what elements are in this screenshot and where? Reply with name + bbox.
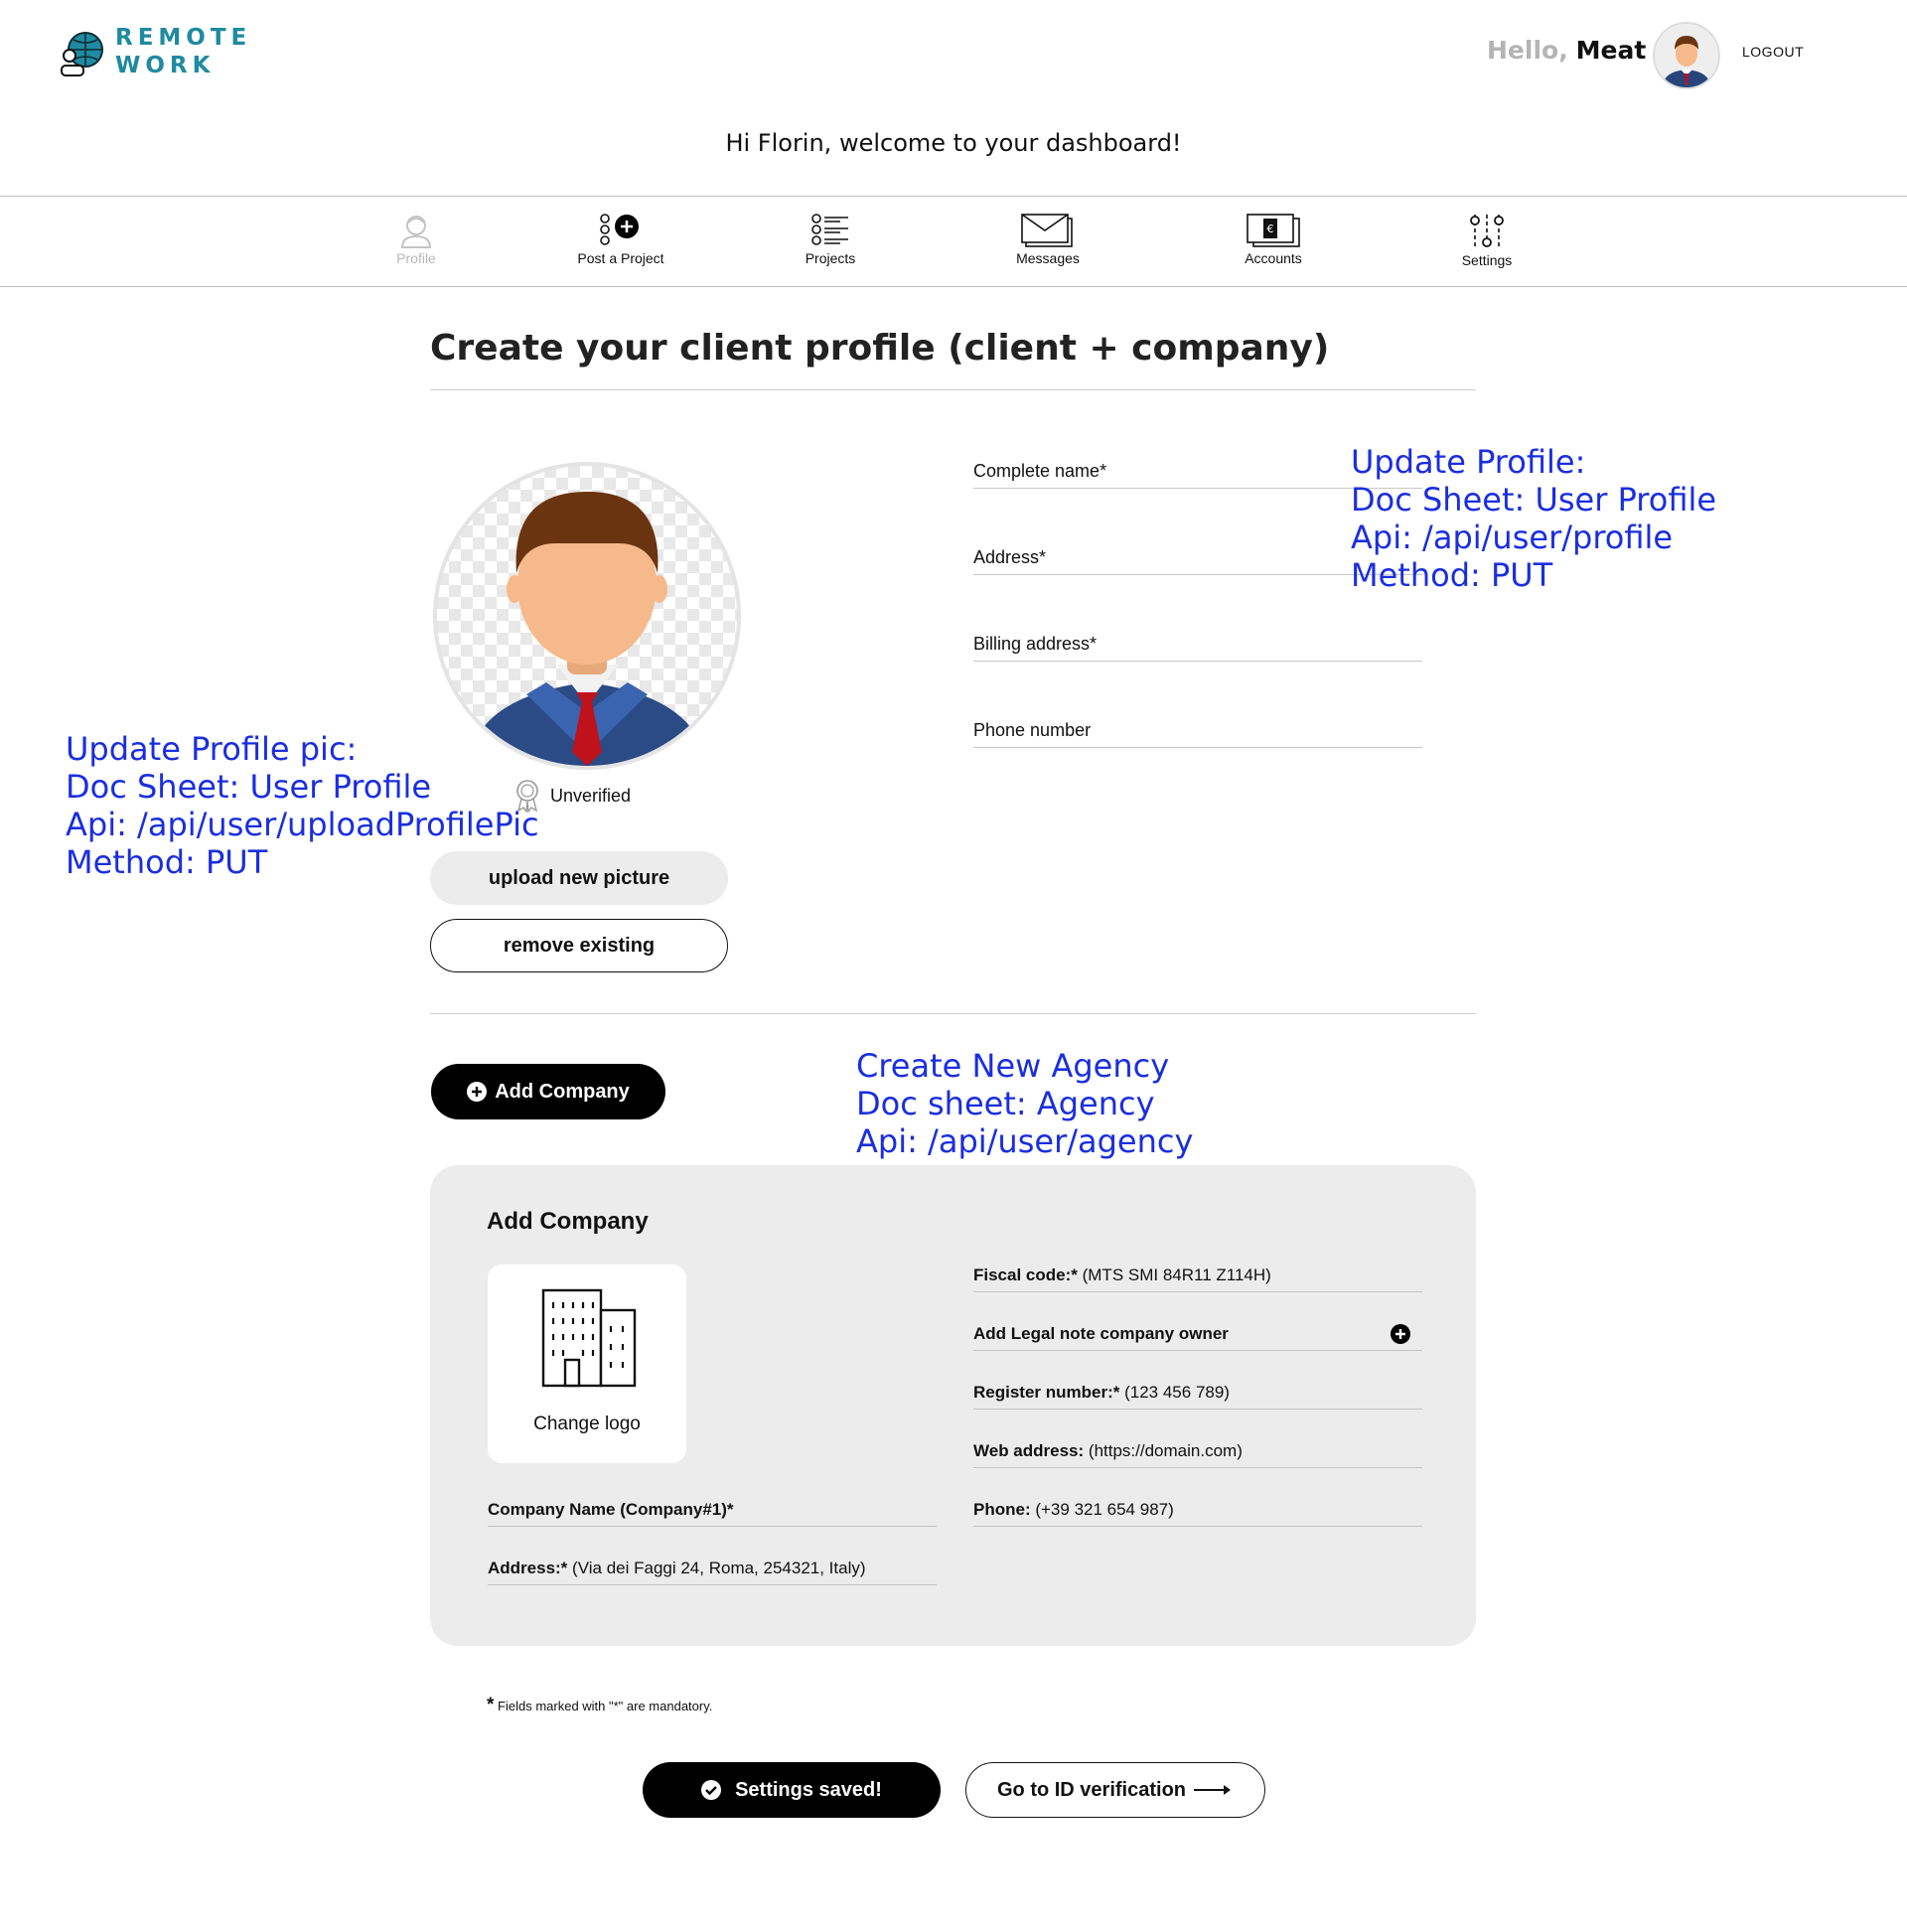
legal-note-label: Add Legal note company owner <box>973 1324 1229 1343</box>
legal-note-field[interactable]: Add Legal note company owner <box>973 1324 1422 1351</box>
address-label: Address* <box>973 547 1047 567</box>
change-logo-label: Change logo <box>533 1413 641 1434</box>
nav-label-settings: Settings <box>1461 252 1513 268</box>
check-circle-icon <box>701 1780 722 1800</box>
company-phone-value: (+39 321 654 987) <box>1035 1500 1174 1519</box>
company-logo-upload[interactable]: Change logo <box>488 1264 686 1463</box>
welcome-message: Hi Florin, welcome to your dashboard! <box>725 129 1182 157</box>
company-name-field[interactable]: Company Name (Company#1)* <box>488 1500 937 1527</box>
phone-number-field[interactable]: Phone number <box>973 720 1422 748</box>
phone-number-label: Phone number <box>973 720 1092 740</box>
web-address-label: Web address: <box>973 1441 1085 1460</box>
web-address-value: (https://domain.com) <box>1088 1441 1243 1460</box>
plus-circle-icon[interactable] <box>1391 1324 1410 1344</box>
verification-status-text: Unverified <box>550 785 632 806</box>
company-panel-title: Add Company <box>487 1208 649 1235</box>
title-divider <box>430 389 1476 390</box>
fiscal-code-label: Fiscal code:* <box>973 1265 1078 1284</box>
greeting-prefix: Hello, <box>1487 36 1568 65</box>
plus-circle-icon <box>467 1082 488 1102</box>
complete-name-label: Complete name* <box>973 461 1107 481</box>
settings-icon <box>1470 215 1504 248</box>
mandatory-footnote: * Fields marked with "*" are mandatory. <box>487 1695 712 1716</box>
nav-item-projects[interactable]: Projects <box>761 213 900 266</box>
main-navbar: Profile Post a Project Projects Messages <box>0 196 1907 287</box>
company-phone-field[interactable]: Phone: (+39 321 654 987) <box>973 1500 1422 1527</box>
logo-line-1: REMOTE <box>115 25 252 51</box>
page-title: Create your client profile (client + com… <box>430 328 1330 369</box>
logout-link[interactable]: LOGOUT <box>1742 44 1804 60</box>
nav-label-messages: Messages <box>1016 250 1080 266</box>
nav-item-accounts[interactable]: € Accounts <box>1204 213 1343 266</box>
nav-item-post-project[interactable]: Post a Project <box>551 213 690 266</box>
user-avatar[interactable] <box>1653 22 1720 89</box>
profile-picture[interactable] <box>433 462 741 770</box>
add-company-button-label: Add Company <box>495 1080 630 1103</box>
greeting: Hello, Meat <box>1487 36 1646 65</box>
profile-icon <box>400 216 432 248</box>
accounts-icon: € <box>1247 214 1300 247</box>
billing-address-label: Billing address* <box>973 634 1098 654</box>
fiscal-code-field[interactable]: Fiscal code:* (MTS SMI 84R11 Z114H) <box>973 1265 1422 1292</box>
web-address-field[interactable]: Web address: (https://domain.com) <box>973 1441 1422 1468</box>
nav-label-accounts: Accounts <box>1245 250 1302 266</box>
logo-globe-icon <box>58 28 109 79</box>
logo-wordmark: REMOTE WORK <box>115 24 251 79</box>
annotation-update-profile: Update Profile: Doc Sheet: User Profile … <box>1351 443 1717 594</box>
fiscal-code-value: (MTS SMI 84R11 Z114H) <box>1082 1265 1271 1284</box>
user-name: Meat <box>1575 36 1647 65</box>
company-name-label: Company Name (Company#1)* <box>488 1500 734 1519</box>
projects-list-icon <box>811 214 848 245</box>
settings-saved-button[interactable]: Settings saved! <box>643 1762 941 1818</box>
nav-item-profile[interactable]: Profile <box>347 213 486 266</box>
svg-text:€: € <box>1267 223 1274 235</box>
company-address-label: Address:* <box>488 1559 568 1577</box>
logo-line-2: WORK <box>115 53 216 78</box>
register-number-field[interactable]: Register number:* (123 456 789) <box>973 1383 1422 1410</box>
nav-label-projects: Projects <box>805 250 856 266</box>
post-project-icon <box>600 214 639 245</box>
nav-label-profile: Profile <box>396 250 436 266</box>
footnote-text: Fields marked with "*" are mandatory. <box>498 1699 713 1713</box>
messages-icon <box>1021 214 1073 247</box>
nav-item-messages[interactable]: Messages <box>978 213 1117 266</box>
section-divider <box>430 1013 1476 1014</box>
arrow-right-icon <box>1194 1785 1232 1795</box>
id-verification-button[interactable]: Go to ID verification <box>965 1762 1265 1818</box>
company-address-value: (Via dei Faggi 24, Roma, 254321, Italy) <box>572 1559 866 1577</box>
company-address-field[interactable]: Address:* (Via dei Faggi 24, Roma, 25432… <box>488 1559 937 1585</box>
register-number-value: (123 456 789) <box>1124 1383 1230 1402</box>
add-company-button[interactable]: Add Company <box>431 1064 665 1119</box>
billing-address-field[interactable]: Billing address* <box>973 634 1422 662</box>
id-verification-label: Go to ID verification <box>996 1778 1187 1801</box>
remove-picture-button[interactable]: remove existing <box>430 919 728 972</box>
building-icon <box>541 1288 637 1388</box>
nav-label-post-project: Post a Project <box>577 250 664 266</box>
register-number-label: Register number:* <box>973 1383 1120 1402</box>
settings-saved-label: Settings saved! <box>735 1778 882 1801</box>
company-phone-label: Phone: <box>973 1500 1031 1519</box>
annotation-update-profile-pic: Update Profile pic: Doc Sheet: User Prof… <box>66 730 539 881</box>
nav-item-settings[interactable]: Settings <box>1417 213 1556 268</box>
footnote-star: * <box>487 1695 495 1715</box>
